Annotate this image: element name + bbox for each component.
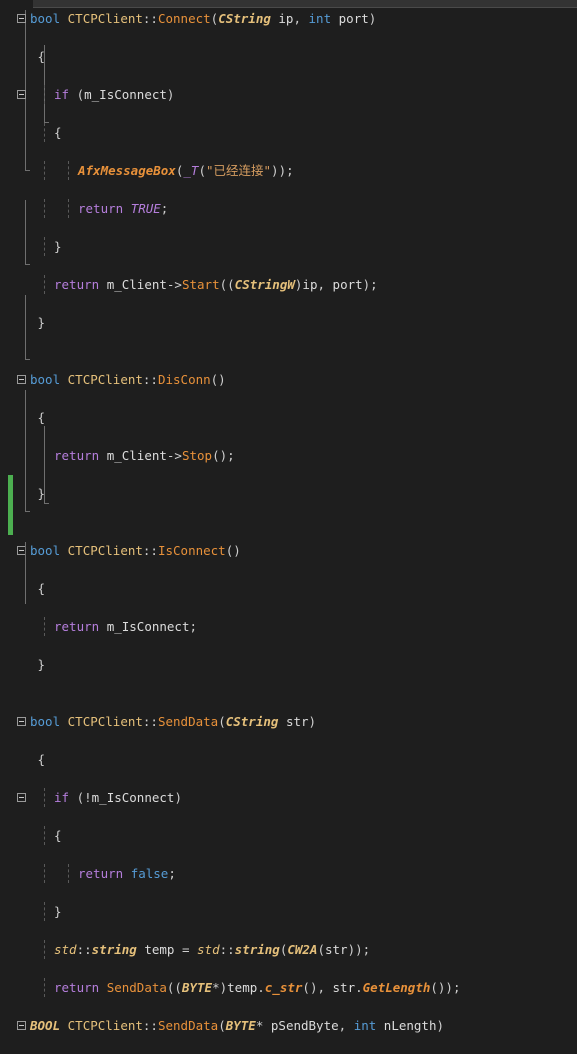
code-line-text: std::string temp = std::string(CW2A(str)… <box>54 942 371 957</box>
code-line[interactable]: { <box>0 47 577 66</box>
code-line[interactable]: { <box>0 750 577 769</box>
outline-spine-foot-senddata-cstring <box>25 511 30 512</box>
code-text-area[interactable]: bool CTCPClient::Connect(CString ip, int… <box>0 9 577 1033</box>
code-line[interactable]: } <box>0 484 577 503</box>
indent-guide <box>44 617 45 636</box>
indent-guide <box>68 199 69 218</box>
code-line[interactable]: return SendData((BYTE*)temp.c_str(), str… <box>0 978 577 997</box>
code-line-text: if (!m_IsConnect) <box>54 790 182 805</box>
fold-minus-icon[interactable] <box>17 717 26 726</box>
code-line[interactable]: return TRUE; <box>0 199 577 218</box>
code-line[interactable]: if (m_IsConnect) <box>0 85 577 104</box>
toolbar-bottom-edge <box>33 0 577 8</box>
editor-top-separator <box>0 0 577 9</box>
indent-guide <box>44 788 45 807</box>
code-line-text: } <box>54 239 62 254</box>
indent-guide <box>44 123 45 142</box>
code-line[interactable]: } <box>0 655 577 674</box>
fold-minus-icon[interactable] <box>17 793 26 802</box>
code-line-text: { <box>54 125 62 140</box>
code-line-text: bool CTCPClient::Connect(CString ip, int… <box>30 11 377 26</box>
code-line[interactable]: return m_IsConnect; <box>0 617 577 636</box>
outline-spine-foot-disconn <box>25 264 30 265</box>
outline-spine-senddata-byte <box>25 542 26 604</box>
code-line-text: return m_Client->Start((CStringW)ip, por… <box>54 277 378 292</box>
outline-spine-foot-if-senddata <box>44 503 49 504</box>
code-line-text: } <box>30 315 46 330</box>
code-line[interactable]: BOOL CTCPClient::SendData(BYTE* pSendByt… <box>0 1016 577 1035</box>
code-line-text: BOOL CTCPClient::SendData(BYTE* pSendByt… <box>30 1018 445 1033</box>
outline-spine-senddata-cstring <box>25 390 26 511</box>
code-line[interactable]: return m_Client->Start((CStringW)ip, por… <box>0 275 577 294</box>
code-line[interactable]: return false; <box>0 864 577 883</box>
indent-guide <box>44 85 45 104</box>
code-line-text: } <box>30 486 46 501</box>
code-line-text: return false; <box>78 866 176 881</box>
outline-spine-isconnect <box>25 295 26 359</box>
change-tracking-bar <box>8 475 13 535</box>
code-line[interactable]: } <box>0 313 577 332</box>
indent-guide <box>44 275 45 294</box>
code-line-text: } <box>54 904 62 919</box>
code-editor[interactable]: bool CTCPClient::Connect(CString ip, int… <box>0 0 577 1033</box>
code-line[interactable]: std::string temp = std::string(CW2A(str)… <box>0 940 577 959</box>
outline-spine-foot-isconnect <box>25 359 30 360</box>
code-line-text: return m_IsConnect; <box>54 619 198 634</box>
code-line-text: if (m_IsConnect) <box>54 87 175 102</box>
code-line[interactable]: bool CTCPClient::IsConnect() <box>0 541 577 560</box>
outline-spine-if-senddata <box>44 426 45 503</box>
code-line-text: return m_Client->Stop(); <box>54 448 235 463</box>
fold-minus-icon[interactable] <box>17 1021 26 1030</box>
code-line[interactable]: return m_Client->Stop(); <box>0 446 577 465</box>
code-line[interactable]: AfxMessageBox(_T("已经连接")); <box>0 161 577 180</box>
indent-guide <box>68 864 69 883</box>
code-line[interactable]: { <box>0 123 577 142</box>
fold-minus-icon[interactable] <box>17 375 26 384</box>
code-line-text: { <box>30 581 46 596</box>
indent-guide <box>44 826 45 845</box>
code-line[interactable]: { <box>0 579 577 598</box>
code-line-text: bool CTCPClient::DisConn() <box>30 372 226 387</box>
code-line-text: AfxMessageBox(_T("已经连接")); <box>78 163 294 178</box>
indent-guide <box>44 940 45 959</box>
code-line[interactable]: { <box>0 826 577 845</box>
code-line-text: bool CTCPClient::IsConnect() <box>30 543 241 558</box>
code-line[interactable]: { <box>0 408 577 427</box>
fold-minus-icon[interactable] <box>17 90 26 99</box>
code-line-text: return TRUE; <box>78 201 169 216</box>
indent-guide <box>44 199 45 218</box>
indent-guide <box>44 902 45 921</box>
code-line[interactable]: } <box>0 237 577 256</box>
code-line-text: bool CTCPClient::SendData(CString str) <box>30 714 317 729</box>
code-line-text: { <box>54 828 62 843</box>
indent-guide <box>44 161 45 180</box>
code-line[interactable]: bool CTCPClient::SendData(CString str) <box>0 712 577 731</box>
indent-guide <box>44 237 45 256</box>
indent-guide <box>44 978 45 997</box>
indent-guide <box>44 864 45 883</box>
code-line-text: { <box>30 410 46 425</box>
code-line-text: { <box>30 752 46 767</box>
code-line[interactable]: bool CTCPClient::Connect(CString ip, int… <box>0 9 577 28</box>
code-line[interactable]: bool CTCPClient::DisConn() <box>0 370 577 389</box>
indent-guide <box>68 161 69 180</box>
code-line[interactable]: } <box>0 902 577 921</box>
outline-spine-disconn <box>25 200 26 264</box>
code-line[interactable]: if (!m_IsConnect) <box>0 788 577 807</box>
code-line-text: } <box>30 657 46 672</box>
code-line-text: { <box>30 49 46 64</box>
fold-minus-icon[interactable] <box>17 14 26 23</box>
code-line-text: return SendData((BYTE*)temp.c_str(), str… <box>54 980 461 995</box>
